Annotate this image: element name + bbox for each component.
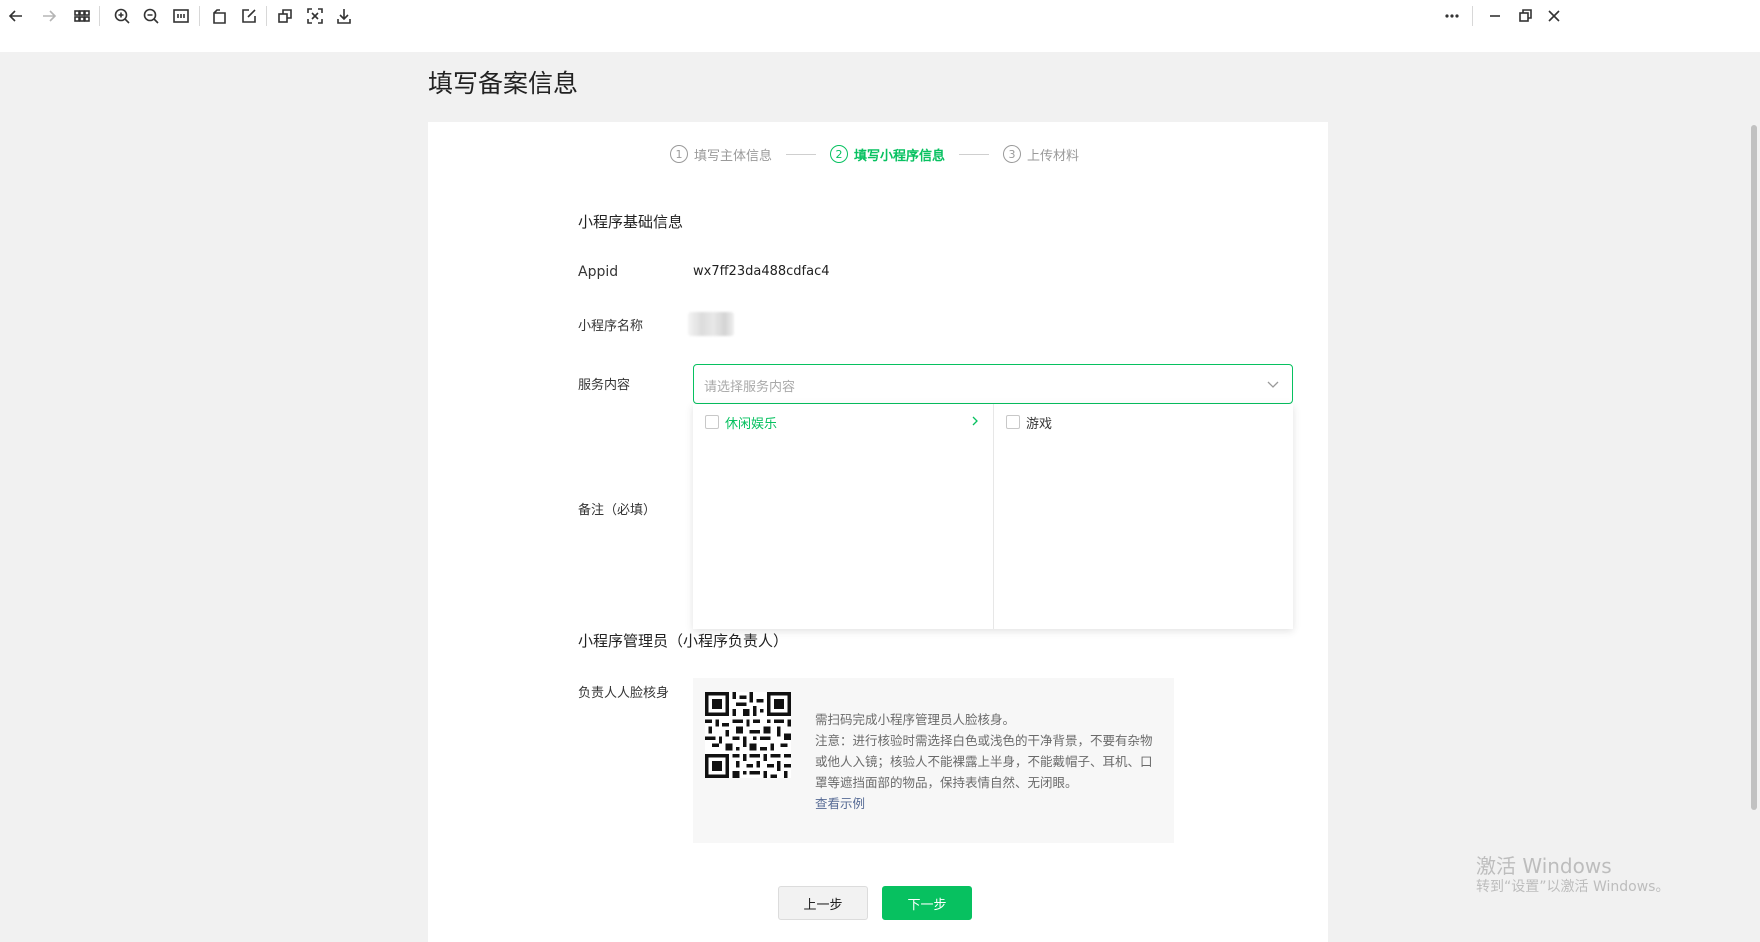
- service-dropdown: 休闲娱乐 游戏: [693, 404, 1293, 629]
- step-1: 1 填写主体信息: [670, 145, 772, 164]
- chevron-right-icon: [972, 416, 978, 426]
- activation-watermark-subtitle: 转到“设置”以激活 Windows。: [1476, 879, 1670, 895]
- dropdown-column-category: 休闲娱乐: [693, 404, 993, 629]
- page-title: 填写备案信息: [428, 69, 579, 98]
- step-indicator: 1 填写主体信息 2 填写小程序信息 3 上传材料: [670, 144, 1079, 164]
- next-step-button[interactable]: 下一步: [882, 886, 972, 920]
- option-leisure[interactable]: 休闲娱乐: [705, 412, 981, 432]
- more-icon[interactable]: [1440, 4, 1464, 28]
- forward-arrow-icon[interactable]: [37, 4, 61, 28]
- view-example-link[interactable]: 查看示例: [815, 793, 865, 812]
- step-label: 填写小程序信息: [854, 148, 946, 164]
- activation-watermark-title: 激活 Windows: [1476, 854, 1612, 878]
- edit-icon[interactable]: [237, 4, 261, 28]
- face-verify-instructions: 需扫码完成小程序管理员人脸核身。 注意：进行核验时需选择白色或浅色的干净背景，不…: [815, 709, 1155, 793]
- service-select-placeholder: 请选择服务内容: [704, 380, 796, 395]
- step-number: 3: [1003, 145, 1022, 163]
- scan-icon[interactable]: [303, 4, 327, 28]
- face-verify-line-1: 需扫码完成小程序管理员人脸核身。: [815, 712, 1016, 727]
- viewer-toolbar: [0, 0, 1760, 52]
- step-number: 1: [670, 145, 688, 163]
- scrollbar-thumb[interactable]: [1751, 125, 1757, 810]
- admin-section-title: 小程序管理员（小程序负责人）: [578, 632, 789, 650]
- zoom-in-icon[interactable]: [110, 4, 134, 28]
- download-icon[interactable]: [332, 4, 356, 28]
- dropdown-column-subcategory: 游戏: [993, 404, 1293, 629]
- rotate-icon[interactable]: [207, 4, 231, 28]
- step-label: 上传材料: [1027, 148, 1080, 164]
- qr-code[interactable]: [705, 692, 791, 778]
- prev-step-button[interactable]: 上一步: [778, 886, 868, 920]
- chevron-down-icon: [1267, 381, 1279, 388]
- minimize-icon[interactable]: [1483, 4, 1507, 28]
- option-label: 游戏: [1026, 416, 1053, 432]
- grid-icon[interactable]: [70, 4, 94, 28]
- face-verify-line-2: 注意：进行核验时需选择白色或浅色的干净背景，不要有杂物或他人入镜；核验人不能裸露…: [815, 733, 1153, 790]
- restore-icon[interactable]: [1513, 4, 1537, 28]
- checkbox[interactable]: [1006, 415, 1020, 429]
- face-verify-label: 负责人人脸核身: [578, 686, 670, 701]
- blurred-name-value: [688, 312, 734, 336]
- fit-width-icon[interactable]: [169, 4, 193, 28]
- step-label: 填写主体信息: [694, 148, 773, 164]
- step-connector: [786, 153, 817, 155]
- basic-info-title: 小程序基础信息: [578, 213, 684, 231]
- remark-label: 备注（必填）: [578, 503, 657, 518]
- zoom-out-icon[interactable]: [139, 4, 163, 28]
- service-select[interactable]: 请选择服务内容: [693, 364, 1293, 404]
- back-arrow-icon[interactable]: [4, 4, 28, 28]
- step-3: 3 上传材料: [1003, 145, 1079, 164]
- name-label: 小程序名称: [578, 319, 644, 334]
- step-2: 2 填写小程序信息: [830, 145, 945, 164]
- checkbox[interactable]: [705, 415, 719, 429]
- step-connector: [959, 153, 990, 155]
- close-icon[interactable]: [1542, 4, 1566, 28]
- option-game[interactable]: 游戏: [1006, 412, 1281, 432]
- step-number: 2: [830, 145, 849, 163]
- service-label: 服务内容: [578, 378, 631, 393]
- appid-value: wx7ff23da488cdfac4: [693, 264, 830, 279]
- copy-icon[interactable]: [273, 4, 297, 28]
- appid-label: Appid: [578, 264, 619, 280]
- option-label: 休闲娱乐: [725, 416, 778, 432]
